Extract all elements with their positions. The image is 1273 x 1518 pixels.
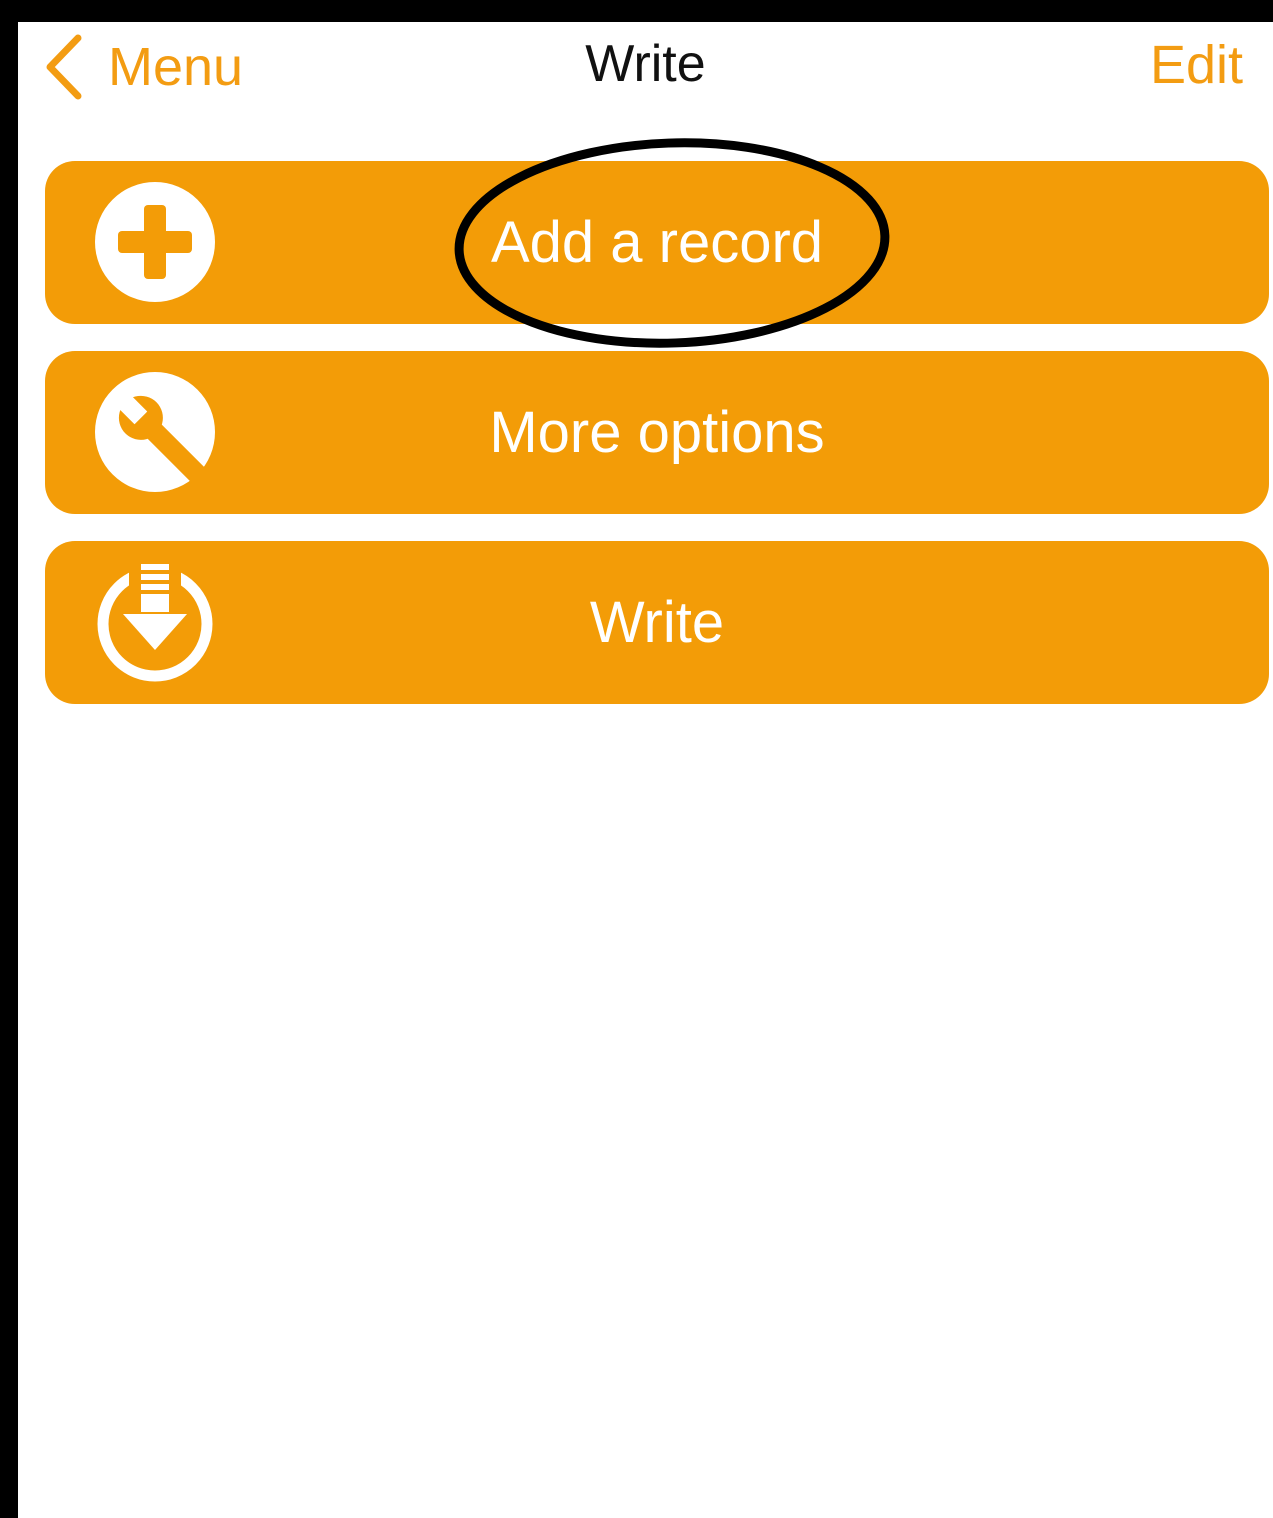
more-options-label: More options xyxy=(489,400,825,465)
edit-button[interactable]: Edit xyxy=(1150,35,1243,95)
add-record-button[interactable]: Add a record xyxy=(45,161,1269,324)
app-screen: Menu Write Edit Add a record More option… xyxy=(18,22,1273,1518)
write-button[interactable]: Write xyxy=(45,541,1269,704)
add-record-label: Add a record xyxy=(490,210,824,275)
navigation-bar: Menu Write Edit xyxy=(18,22,1273,112)
write-label: Write xyxy=(589,590,725,655)
more-options-button[interactable]: More options xyxy=(45,351,1269,514)
page-title: Write xyxy=(585,35,706,93)
